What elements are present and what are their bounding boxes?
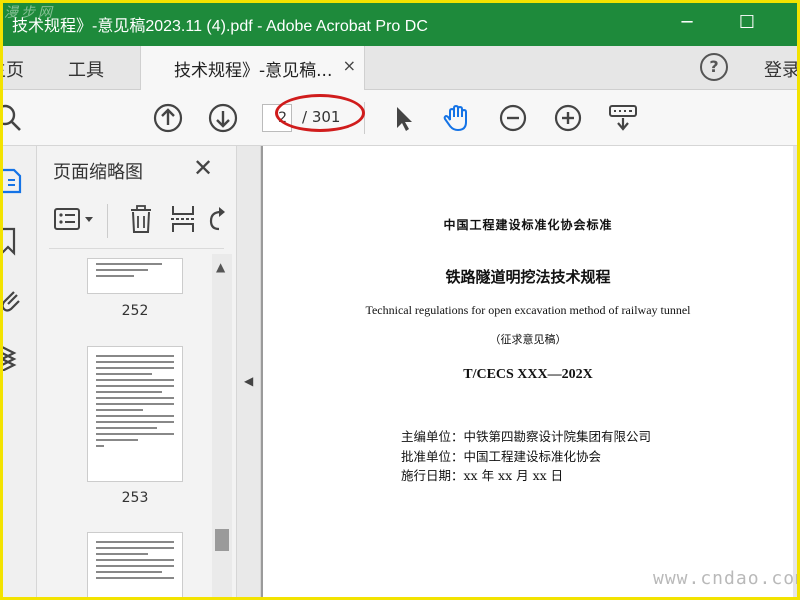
navigation-rail	[0, 146, 37, 600]
minimize-button[interactable]: ─	[672, 8, 702, 38]
delete-page-icon[interactable]	[127, 204, 155, 234]
panel-divider	[49, 248, 224, 249]
extract-pages-icon[interactable]	[169, 204, 197, 234]
toolbar-separator	[364, 102, 365, 134]
login-button[interactable]: 登录	[764, 56, 800, 82]
draft-note: （征求意见稿）	[489, 333, 567, 346]
approver-unit: 批准单位：中国工程建设标准化协会	[401, 449, 602, 464]
maximize-button[interactable]: ☐	[732, 8, 762, 38]
page-thumbnails-icon[interactable]	[0, 166, 26, 196]
panel-title: 页面缩略图	[53, 162, 143, 183]
bookmarks-icon[interactable]	[0, 226, 26, 256]
thumbnail-label-253: 253	[121, 490, 149, 506]
collapse-arrow-icon[interactable]: ◀	[244, 374, 253, 388]
home-tab[interactable]: 主页	[0, 56, 24, 82]
toolbar: 2 / 301	[0, 90, 800, 146]
scrollbar-thumb[interactable]	[215, 529, 229, 551]
document-viewport[interactable]: 中国工程建设标准化协会标准 铁路隧道明挖法技术规程 Technical regu…	[261, 146, 800, 600]
document-scrollbar[interactable]	[793, 146, 800, 600]
thumbnail-page-252[interactable]	[87, 258, 183, 294]
zoom-out-icon[interactable]	[497, 102, 529, 134]
search-icon[interactable]	[0, 102, 24, 134]
page-down-icon[interactable]	[207, 102, 239, 134]
red-annotation-circle	[275, 94, 365, 132]
thumbnail-scrollbar[interactable]: ▲	[212, 254, 232, 600]
zoom-in-icon[interactable]	[552, 102, 584, 134]
document-title-cn: 铁路隧道明挖法技术规程	[445, 268, 611, 286]
panel-collapse-gutter[interactable]: ◀	[237, 146, 261, 600]
standard-code: T/CECS XXX—202X	[463, 367, 593, 382]
tools-tab[interactable]: 工具	[68, 56, 104, 82]
close-panel-icon[interactable]: ✕	[193, 154, 213, 182]
title-bar: 技术规程》-意见稿2023.11 (4).pdf - Adobe Acrobat…	[0, 0, 800, 46]
panel-toolbar-separator	[107, 204, 108, 238]
document-title-en: Technical regulations for open excavatio…	[365, 303, 691, 317]
hand-tool-icon[interactable]	[441, 102, 473, 134]
close-tab-icon[interactable]: ×	[343, 56, 356, 75]
select-cursor-icon[interactable]	[388, 102, 420, 134]
watermark-top: 漫步网	[4, 5, 55, 21]
editor-unit: 主编单位：中铁第四勘察设计院集团有限公司	[401, 429, 652, 444]
org-standard-heading: 中国工程建设标准化协会标准	[443, 218, 613, 232]
thumbnail-page-254[interactable]	[87, 532, 183, 600]
page-up-icon[interactable]	[152, 102, 184, 134]
thumbnail-options-icon[interactable]	[53, 204, 99, 234]
document-tab[interactable]: 技术规程》-意见稿... ×	[140, 46, 365, 90]
keyboard-icon[interactable]	[607, 102, 639, 134]
watermark-bottom: www.cndao.com	[653, 568, 800, 589]
document-tab-label: 技术规程》-意见稿...	[174, 61, 333, 81]
thumbnail-page-253[interactable]	[87, 346, 183, 482]
effective-date: 施行日期：xx 年 xx 月 xx 日	[401, 468, 564, 483]
layers-icon[interactable]	[0, 341, 26, 371]
attachments-icon[interactable]	[0, 286, 26, 316]
rotate-page-icon[interactable]	[205, 204, 225, 234]
thumbnail-label-252: 252	[121, 303, 149, 319]
window-title: 技术规程》-意见稿2023.11 (4).pdf - Adobe Acrobat…	[12, 18, 428, 35]
help-icon[interactable]: ?	[700, 53, 728, 81]
menu-tab-bar: 主页 工具 技术规程》-意见稿... × ? 登录	[0, 46, 800, 90]
pdf-page: 中国工程建设标准化协会标准 铁路隧道明挖法技术规程 Technical regu…	[263, 146, 793, 600]
scroll-up-icon[interactable]: ▲	[216, 260, 225, 274]
page-thumbnails-panel: 页面缩略图 ✕ 252 253 2	[37, 146, 237, 600]
